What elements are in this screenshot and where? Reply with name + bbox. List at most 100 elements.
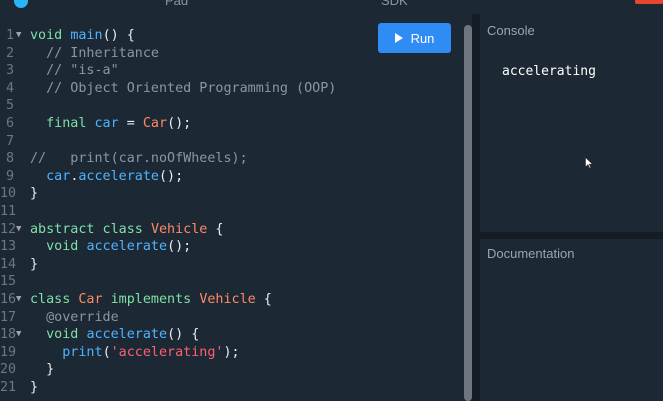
code-line: } — [30, 379, 336, 397]
code-token: @override — [30, 309, 119, 325]
line-number-text: 14 — [0, 256, 17, 272]
code-token: // "is-a" — [30, 63, 119, 79]
code-token: abstract class — [30, 221, 151, 237]
line-number-text: 19 — [0, 344, 17, 360]
line-number-gutter: 1 ▼ 2 3 4 5 6 7 8 9 10 11 12 ▼ 13 14 15 16 ▼ 17 18 ▼ 19 20 21 — [0, 27, 28, 396]
code-token: car — [94, 115, 119, 131]
code-token: ); — [223, 344, 240, 360]
code-token: Car — [78, 291, 103, 307]
line-number: 12 ▼ — [0, 221, 28, 239]
code-token: accelerate — [86, 327, 168, 343]
code-token: // print(car.noOfWheels); — [30, 151, 248, 167]
code-token: { — [207, 221, 224, 237]
code-line: // print(car.noOfWheels); — [30, 150, 336, 168]
line-number-text: 15 — [0, 274, 17, 290]
code-token: } — [30, 379, 39, 395]
tab-sdk[interactable]: SDK — [381, 0, 408, 8]
code-token: class — [30, 291, 79, 307]
code-token: (); — [159, 168, 184, 184]
run-button-label: Run — [410, 30, 435, 46]
line-number-text: 8 — [5, 151, 14, 167]
run-button[interactable]: Run — [378, 23, 451, 53]
code-token: () { — [167, 327, 200, 343]
line-number: 7 — [0, 133, 28, 151]
line-number: 6 — [0, 115, 28, 133]
line-number-text: 17 — [0, 309, 17, 325]
console-title: Console — [487, 23, 535, 38]
line-number: 15 — [0, 273, 28, 291]
fold-arrow-icon[interactable]: ▼ — [16, 291, 21, 309]
code-line: } — [30, 185, 336, 203]
code-token: ( — [102, 344, 111, 360]
line-number-text: 11 — [0, 203, 17, 219]
line-number: 9 — [0, 168, 28, 186]
code-area[interactable]: void main() { // Inheritance // "is-a" /… — [30, 27, 336, 396]
documentation-panel: Documentation — [480, 239, 663, 401]
code-line: @override — [30, 309, 336, 327]
code-token: () { — [102, 28, 135, 43]
code-token: Vehicle — [199, 291, 256, 307]
code-token: } — [30, 186, 39, 202]
documentation-title: Documentation — [487, 246, 575, 261]
code-line: } — [30, 361, 336, 379]
editor-scrollbar[interactable] — [464, 25, 472, 401]
code-line: print('accelerating'); — [30, 344, 336, 362]
header-action-button[interactable] — [635, 0, 663, 4]
code-token: = — [118, 115, 143, 131]
line-number-text: 12 — [0, 221, 17, 237]
line-number: 11 — [0, 203, 28, 221]
line-number-text: 18 — [0, 327, 17, 343]
code-token: final — [30, 115, 95, 131]
code-token: accelerate — [86, 239, 168, 255]
line-number: 17 — [0, 309, 28, 327]
fold-arrow-icon[interactable]: ▼ — [16, 27, 21, 45]
code-token: implements — [102, 291, 200, 307]
code-editor[interactable]: 1 ▼ 2 3 4 5 6 7 8 9 10 11 12 ▼ 13 14 15 16 ▼ 17 18 ▼ 19 20 21 vo… — [0, 14, 472, 401]
code-token: print — [30, 344, 103, 360]
line-number: 10 — [0, 185, 28, 203]
line-number: 3 — [0, 62, 28, 80]
code-line: // Inheritance — [30, 45, 336, 63]
line-number: 19 — [0, 344, 28, 362]
horizontal-split-handle[interactable] — [480, 232, 663, 239]
line-number-text: 9 — [5, 168, 14, 184]
line-number: 8 — [0, 150, 28, 168]
fold-arrow-icon[interactable]: ▼ — [16, 326, 21, 344]
top-bar: Pad SDK — [0, 0, 663, 14]
code-token: void — [30, 239, 87, 255]
code-line: } — [30, 256, 336, 274]
line-number-text: 21 — [0, 379, 17, 395]
code-line: car.accelerate(); — [30, 168, 336, 186]
line-number-text: 1 — [5, 28, 14, 43]
code-line: void accelerate() { — [30, 326, 336, 344]
code-token: void — [30, 28, 71, 43]
code-token: { — [255, 291, 272, 307]
console-output: accelerating — [502, 64, 596, 79]
line-number: 14 — [0, 256, 28, 274]
code-line: void accelerate(); — [30, 238, 336, 256]
play-icon — [394, 33, 403, 43]
code-token: main — [70, 28, 103, 43]
line-number: 5 — [0, 97, 28, 115]
code-token: } — [30, 362, 55, 378]
line-number-text: 20 — [0, 362, 17, 378]
code-token: accelerate — [78, 168, 159, 184]
line-number-text: 3 — [5, 63, 14, 79]
line-number-text: 16 — [0, 291, 17, 307]
code-token: } — [30, 256, 39, 272]
vertical-split-handle[interactable] — [472, 14, 480, 401]
code-token: car — [30, 168, 71, 184]
line-number: 13 — [0, 238, 28, 256]
console-panel: Console accelerating — [480, 14, 663, 232]
line-number-text: 6 — [5, 115, 14, 131]
line-number: 21 — [0, 379, 28, 397]
line-number-text: 5 — [5, 98, 14, 114]
code-token: (); — [167, 239, 192, 255]
tab-pad[interactable]: Pad — [165, 0, 188, 8]
code-token: 'accelerating' — [110, 344, 224, 360]
code-token: (); — [167, 115, 192, 131]
fold-arrow-icon[interactable]: ▼ — [16, 221, 21, 239]
